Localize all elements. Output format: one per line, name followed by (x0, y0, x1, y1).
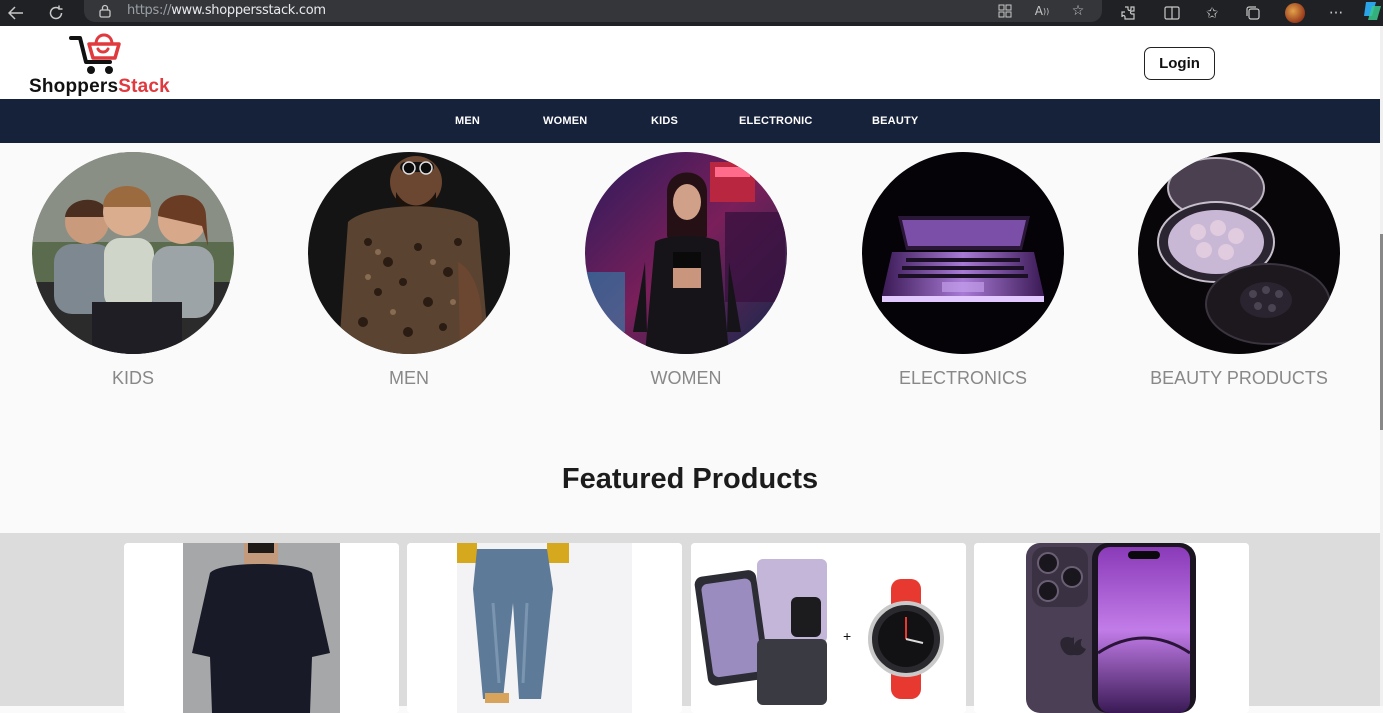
collections-icon[interactable] (1243, 3, 1263, 23)
product-image-tshirt[interactable] (124, 543, 399, 713)
url-host: www.shoppersstack.com (171, 3, 326, 18)
product-image-jeans[interactable] (407, 543, 682, 713)
product-card-iphone[interactable] (974, 543, 1249, 713)
split-screen-icon[interactable] (1162, 3, 1182, 23)
login-button[interactable]: Login (1144, 47, 1215, 80)
app-grid-icon[interactable] (995, 1, 1015, 21)
site-header: ShoppersStack Login (0, 26, 1380, 99)
logo-wordmark: ShoppersStack (29, 76, 170, 98)
category-label-electronics[interactable]: ELECTRONICS (822, 368, 1104, 389)
nav-item-kids[interactable]: KIDS (651, 115, 678, 127)
featured-products-title: Featured Products (561, 463, 819, 495)
refresh-icon[interactable] (46, 3, 66, 23)
svg-text:+: + (843, 628, 851, 644)
favorites-icon[interactable]: ✩ (1202, 3, 1222, 23)
category-electronics[interactable]: ELECTRONICS (862, 152, 1064, 388)
lock-icon[interactable] (97, 2, 113, 20)
url-text[interactable]: https://www.shoppersstack.com (127, 3, 326, 18)
product-card-jeans[interactable] (407, 543, 682, 713)
category-kids[interactable]: KIDS (32, 152, 234, 388)
product-card-phone-watch[interactable]: + (691, 543, 966, 713)
product-image-flip-watch[interactable]: + (691, 543, 966, 713)
beauty-category-image[interactable] (1138, 152, 1340, 354)
men-category-image[interactable] (308, 152, 510, 354)
profile-avatar[interactable] (1285, 3, 1305, 23)
logo-text-shoppers: Shoppers (29, 76, 119, 97)
copilot-icon[interactable] (1362, 0, 1383, 22)
electronics-category-image[interactable] (862, 152, 1064, 354)
product-image-iphone[interactable] (974, 543, 1249, 713)
back-icon[interactable] (6, 3, 26, 23)
more-icon[interactable]: ··· (1326, 3, 1346, 23)
url-protocol: https:// (127, 3, 172, 18)
category-women[interactable]: WOMEN (585, 152, 787, 388)
kids-category-image[interactable] (32, 152, 234, 354)
favorite-star-icon[interactable]: ☆ (1068, 1, 1088, 21)
category-label-kids[interactable]: KIDS (0, 368, 274, 389)
nav-item-beauty[interactable]: BEAUTY (872, 115, 918, 127)
nav-item-men[interactable]: MEN (455, 115, 480, 127)
women-category-image[interactable] (585, 152, 787, 354)
category-label-men[interactable]: MEN (268, 368, 550, 389)
extensions-icon[interactable] (1118, 3, 1138, 23)
address-bar[interactable]: https://www.shoppersstack.com A)) ☆ (84, 0, 1102, 22)
shoppersstack-logo[interactable]: ShoppersStack (29, 30, 189, 98)
category-label-women[interactable]: WOMEN (545, 368, 827, 389)
read-aloud-icon[interactable]: A)) (1032, 1, 1052, 21)
product-card-tshirt[interactable] (124, 543, 399, 713)
logo-text-stack: Stack (118, 76, 170, 97)
main-nav: MEN WOMEN KIDS ELECTRONIC BEAUTY (0, 99, 1380, 143)
category-beauty-products[interactable]: BEAUTY PRODUCTS (1138, 152, 1340, 388)
nav-item-electronic[interactable]: ELECTRONIC (739, 115, 813, 127)
browser-toolbar: https://www.shoppersstack.com A)) ☆ ✩ ··… (0, 0, 1383, 26)
category-label-beauty-products[interactable]: BEAUTY PRODUCTS (1098, 368, 1380, 389)
cart-logo-icon (69, 33, 121, 74)
category-men[interactable]: MEN (308, 152, 510, 388)
nav-item-women[interactable]: WOMEN (543, 115, 587, 127)
